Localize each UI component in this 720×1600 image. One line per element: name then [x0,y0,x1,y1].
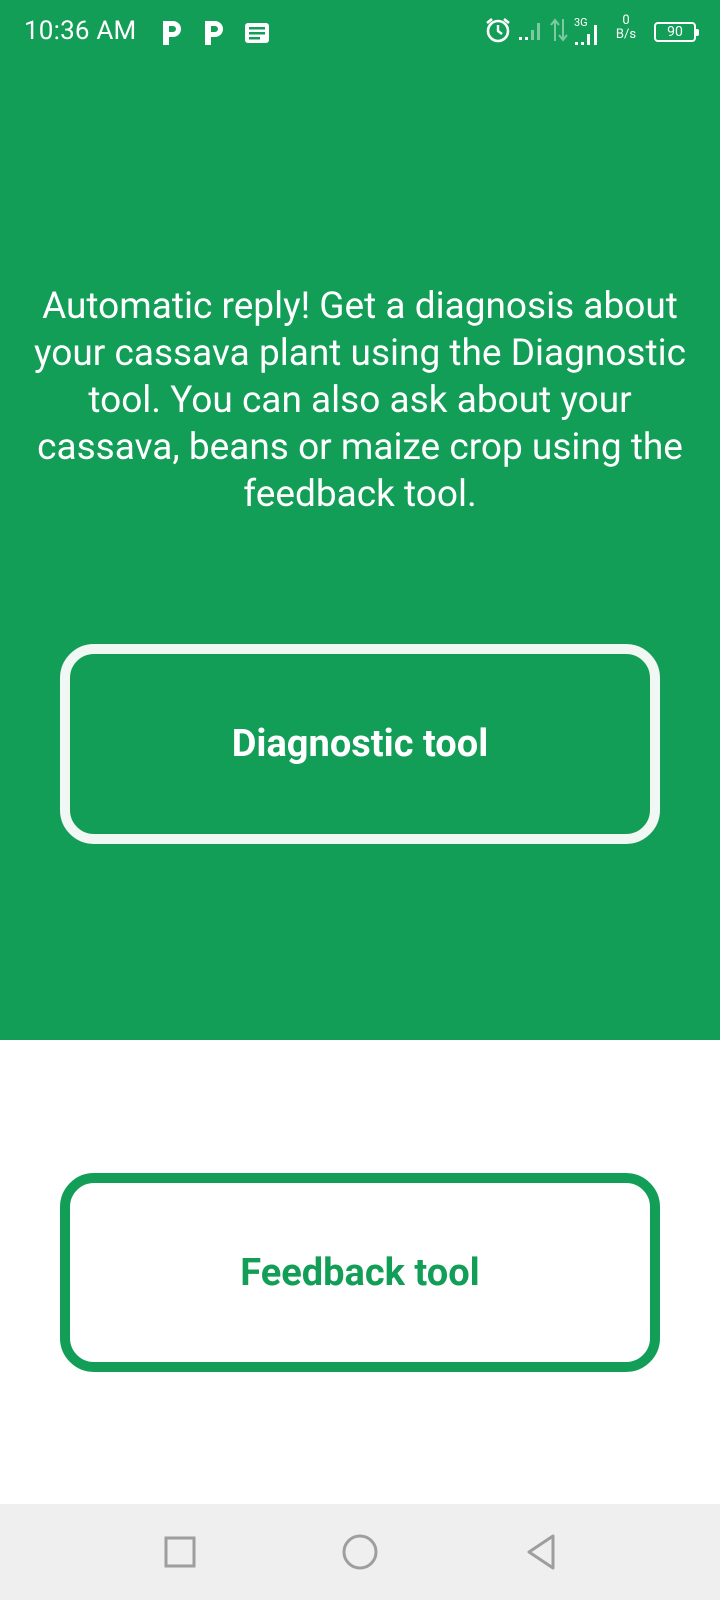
message-notification-icon [244,22,270,44]
battery-level: 90 [667,24,683,40]
data-transfer-icon [550,17,568,47]
p-notification-icon [160,19,184,47]
recents-button[interactable] [150,1524,210,1584]
feedback-tool-label: Feedback tool [240,1250,480,1295]
auto-reply-message: Automatic reply! Get a diagnosis about y… [34,285,686,516]
data-rate-value: 0 [622,13,630,28]
feedback-tool-button[interactable]: Feedback tool [60,1173,660,1372]
data-rate-unit: B/s [615,27,637,42]
navigation-bar [0,1504,720,1600]
status-notification-icons [160,18,270,48]
status-bar: 10:36 AM 3G 0 B/s 90 [0,0,720,66]
top-panel: 10:36 AM 3G 0 B/s 90 Automatic reply! Ge… [0,0,720,1040]
data-rate: 0 B/s [610,14,642,50]
recents-square-icon [163,1535,197,1573]
back-triangle-icon [524,1533,558,1575]
signal-3g-icon: 3G [574,17,604,47]
home-circle-icon [341,1533,379,1575]
diagnostic-tool-label: Diagnostic tool [231,722,489,766]
home-button[interactable] [330,1524,390,1584]
diagnostic-tool-button[interactable]: Diagnostic tool [60,644,660,844]
status-time: 10:36 AM [24,16,137,46]
signal-icon [518,18,544,46]
battery-icon: 90 [654,22,699,42]
alarm-icon [484,16,512,48]
back-button[interactable] [511,1524,571,1584]
p-notification-icon [202,19,226,47]
status-system-icons: 3G 0 B/s 90 [484,14,699,50]
